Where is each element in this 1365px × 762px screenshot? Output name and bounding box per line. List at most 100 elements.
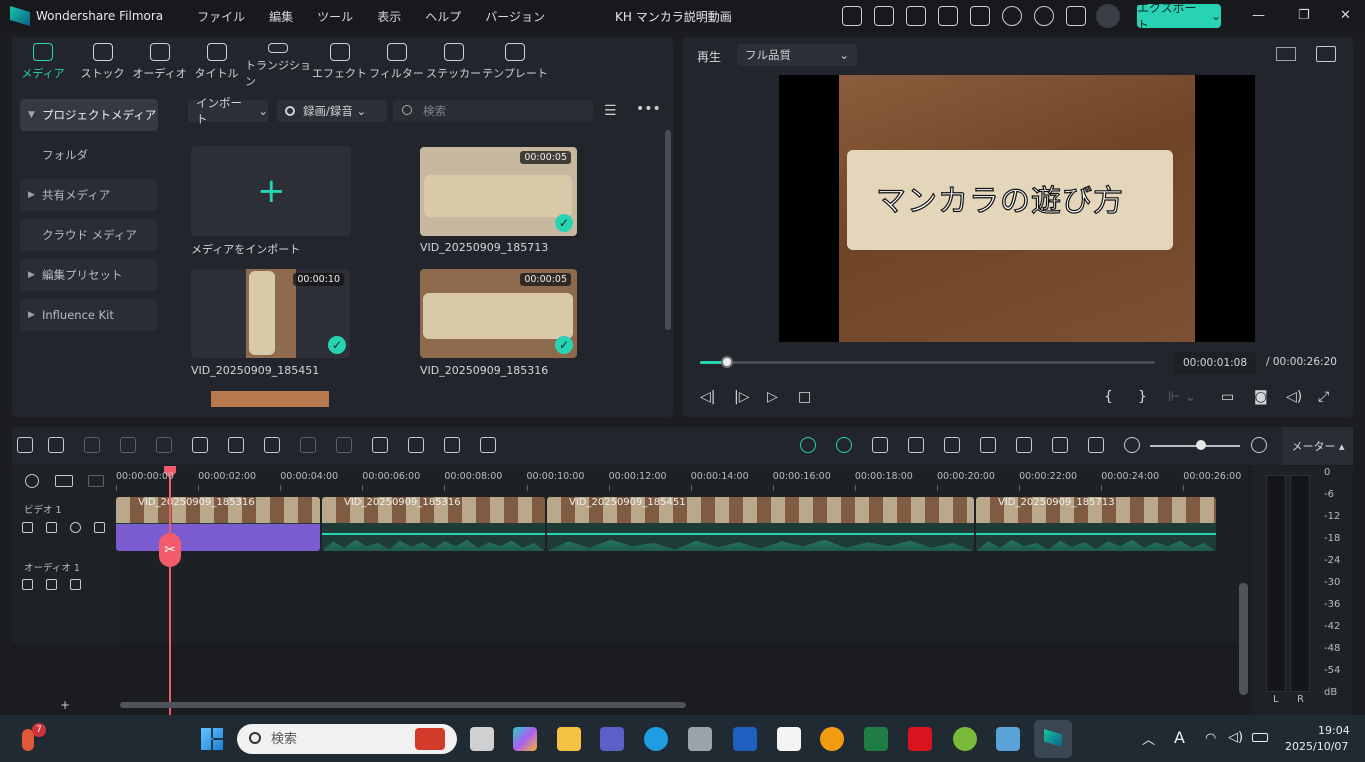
mark-in-icon[interactable]: { [1104,389,1113,405]
fit-timeline-icon[interactable] [1088,437,1104,453]
timeline-clip[interactable]: VID_20250909_185316 [322,497,545,551]
clip-audio-selected[interactable] [116,524,320,551]
media-item[interactable]: 00:00:10 ✓ [191,269,350,358]
app-green-icon[interactable] [953,727,977,751]
add-track-icon[interactable] [55,475,73,487]
maximize-icon[interactable]: ❐ [1298,8,1310,23]
wifi-icon[interactable]: ◠ [1205,731,1216,746]
magic-wand-icon[interactable] [94,522,105,533]
progress-track[interactable] [700,361,1155,364]
zoom-slider-track[interactable] [1150,445,1240,447]
tab-audio[interactable]: オーディオ [131,37,188,89]
export-button[interactable]: エクスポート ⌄ [1137,1,1221,32]
cloud-upload-icon[interactable] [1002,6,1022,26]
speed-icon[interactable] [300,437,316,453]
settings-icon[interactable] [688,727,712,751]
ime-mode[interactable]: A [1174,728,1185,747]
feedback-icon[interactable] [906,6,926,26]
playhead-line[interactable] [169,470,171,715]
volume-icon[interactable]: ◁) [1286,389,1302,405]
quality-dropdown[interactable]: フル品質 ⌄ [737,44,857,66]
speaker-icon[interactable] [46,522,57,533]
media-scrollbar[interactable] [665,130,671,330]
color-icon[interactable] [336,437,352,453]
zoom-out-icon[interactable] [1124,437,1140,453]
record-dropdown[interactable]: 録画/録音 ⌄ [277,100,387,122]
timeline-vertical-scrollbar[interactable] [1239,583,1248,695]
volume-tray-icon[interactable]: ◁) [1228,730,1243,745]
track-manager-icon[interactable] [88,475,104,487]
search-input[interactable] [423,102,583,120]
tab-media[interactable]: メディア [12,37,74,89]
stop-icon[interactable]: □ [798,389,811,405]
text-icon[interactable] [228,437,244,453]
sidebar-item-cloud-media[interactable]: クラウド メディア [20,219,158,251]
select-tool-icon[interactable] [48,437,64,453]
sidebar-item-presets[interactable]: ▶ 編集プリセット [20,259,158,291]
play-icon[interactable]: ▷ [767,389,778,405]
more-options-icon[interactable]: ••• [636,101,661,117]
user-avatar[interactable] [1096,4,1120,28]
tab-template[interactable]: テンプレート [482,37,548,89]
scissors-icon[interactable]: ✂ [159,533,181,567]
redo-icon[interactable] [120,437,136,453]
link-icon[interactable] [25,474,39,488]
send-icon[interactable] [874,6,894,26]
split-icon[interactable] [192,437,208,453]
current-time[interactable]: 00:00:01:08 [1174,352,1256,374]
file-explorer-icon[interactable] [557,727,581,751]
next-frame-icon[interactable]: |▷ [734,389,749,405]
app-icon[interactable] [820,727,844,751]
copilot-icon[interactable] [513,727,537,751]
media-item[interactable]: 00:00:05 ✓ [420,269,577,358]
translate-icon[interactable] [480,437,496,453]
add-icon[interactable]: + [60,698,70,712]
render-icon[interactable] [908,437,924,453]
audio-mix-icon[interactable] [1016,437,1032,453]
record-voice-icon[interactable] [872,437,888,453]
timeline-clip[interactable]: VID_20250909_185451 [547,497,974,551]
gift-icon[interactable] [842,6,862,26]
microphone-icon[interactable] [980,437,996,453]
tab-effect[interactable]: エフェクト [311,37,368,89]
sidebar-item-folder[interactable]: フォルダ [20,139,158,171]
fullscreen-icon[interactable]: ⤢ [1318,389,1329,405]
ai-copilot-icon[interactable] [800,437,816,453]
battery-icon[interactable] [1252,733,1268,742]
eye-icon[interactable] [70,522,81,533]
yahoo-icon[interactable] [908,727,932,751]
tab-filter[interactable]: フィルター [368,37,425,89]
edge-icon[interactable] [644,727,668,751]
auto-highlight-icon[interactable] [836,437,852,453]
timeline-horizontal-scrollbar[interactable] [120,702,686,708]
word-icon[interactable] [733,727,757,751]
display-icon[interactable]: ▭ [1221,389,1234,405]
sticker-tool-icon[interactable] [444,437,460,453]
sort-filter-icon[interactable]: ☰ [604,103,617,119]
speaker-icon[interactable] [46,579,57,590]
adjust-icon[interactable] [408,437,424,453]
timeline-area[interactable] [116,466,1248,643]
menu-version[interactable]: バージョン [485,8,545,25]
minimize-icon[interactable]: — [1252,8,1265,23]
zoom-slider-knob[interactable] [1196,440,1206,450]
tab-sticker[interactable]: ステッカー [425,37,482,89]
crop-icon[interactable] [264,437,280,453]
menu-tools[interactable]: ツール [317,8,353,25]
menu-edit[interactable]: 編集 [269,8,293,25]
snapshot-icon[interactable]: ◙ [1254,389,1268,405]
compare-view-icon[interactable] [1276,47,1296,61]
meter-toggle[interactable]: メーター ▴ [1283,427,1353,465]
import-media-tile[interactable]: + [191,146,351,236]
marker-icon[interactable]: ⊩ ⌄ [1168,389,1196,405]
sidebar-item-shared-media[interactable]: ▶ 共有メディア [20,179,158,211]
scope-icon[interactable] [1316,46,1336,62]
timeline-clip[interactable]: VID_20250909_185713 [976,497,1216,551]
undo-icon[interactable] [84,437,100,453]
security-shield-icon[interactable] [996,727,1020,751]
overlay-title-text[interactable]: マンカラの遊び方 [875,176,1124,220]
taskbar-search-input[interactable] [271,729,401,749]
zoom-in-icon[interactable] [1251,437,1267,453]
menu-help[interactable]: ヘルプ [425,8,461,25]
ai-tools-icon[interactable] [372,437,388,453]
